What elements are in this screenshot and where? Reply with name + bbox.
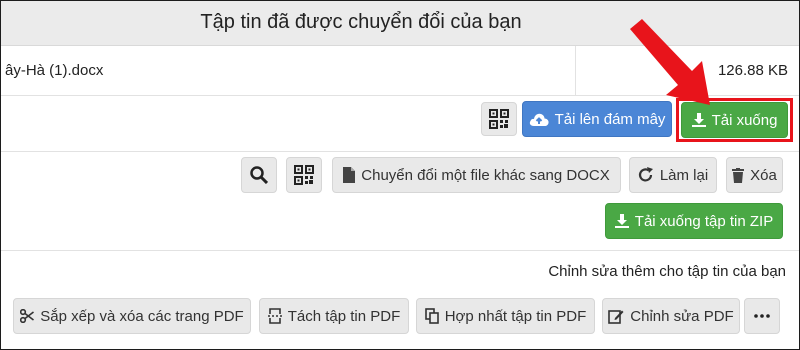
more-icon bbox=[754, 314, 770, 318]
file-size: 126.88 KB bbox=[717, 62, 788, 79]
file-icon bbox=[343, 167, 356, 183]
file-name: ây-Hà (1).docx bbox=[5, 62, 104, 79]
download-zip-button[interactable]: Tải xuống tập tin ZIP bbox=[605, 203, 783, 239]
merge-pdf-label: Hợp nhất tập tin PDF bbox=[444, 307, 587, 325]
redo-button[interactable]: Làm lại bbox=[629, 157, 717, 193]
search-button[interactable] bbox=[241, 157, 277, 193]
edit-icon bbox=[608, 308, 624, 324]
convert-other-button[interactable]: Chuyển đổi một file khác sang DOCX bbox=[332, 157, 621, 193]
sort-delete-pages-button[interactable]: Sắp xếp và xóa các trang PDF bbox=[13, 298, 251, 334]
qr-code-icon bbox=[294, 165, 314, 185]
redo-label: Làm lại bbox=[659, 166, 709, 184]
delete-button[interactable]: Xóa bbox=[726, 157, 783, 193]
merge-pdf-button[interactable]: Hợp nhất tập tin PDF bbox=[416, 298, 595, 334]
redo-icon bbox=[638, 167, 654, 183]
arrow-pointer-icon bbox=[616, 19, 716, 109]
sort-delete-pages-label: Sắp xếp và xóa các trang PDF bbox=[40, 307, 244, 325]
split-pdf-button[interactable]: Tách tập tin PDF bbox=[259, 298, 409, 334]
divider-line bbox=[1, 250, 799, 251]
edit-pdf-button[interactable]: Chỉnh sửa PDF bbox=[602, 298, 740, 334]
divider-line bbox=[1, 151, 799, 152]
qr-code-icon bbox=[489, 109, 509, 129]
edit-more-label: Chỉnh sửa thêm cho tập tin của bạn bbox=[548, 263, 786, 280]
download-zip-label: Tải xuống tập tin ZIP bbox=[634, 212, 774, 230]
qr-button[interactable] bbox=[286, 157, 322, 193]
split-pdf-label: Tách tập tin PDF bbox=[287, 307, 401, 325]
trash-icon bbox=[732, 167, 745, 183]
scissors-icon bbox=[20, 309, 35, 323]
download-icon bbox=[614, 214, 629, 228]
column-divider bbox=[575, 46, 576, 95]
edit-pdf-label: Chỉnh sửa PDF bbox=[630, 307, 734, 325]
convert-other-label: Chuyển đổi một file khác sang DOCX bbox=[361, 166, 610, 184]
file-qr-button[interactable] bbox=[481, 102, 517, 136]
split-icon bbox=[267, 308, 282, 324]
more-button[interactable] bbox=[744, 298, 780, 334]
search-icon bbox=[250, 166, 268, 184]
merge-icon bbox=[424, 308, 439, 324]
delete-label: Xóa bbox=[750, 166, 777, 184]
cloud-upload-icon bbox=[529, 111, 549, 127]
upload-cloud-label: Tải lên đám mây bbox=[554, 110, 666, 128]
converted-files-panel: Tập tin đã được chuyển đổi của bạn ây-Hà… bbox=[0, 0, 800, 350]
panel-title: Tập tin đã được chuyển đổi của bạn bbox=[200, 11, 522, 33]
